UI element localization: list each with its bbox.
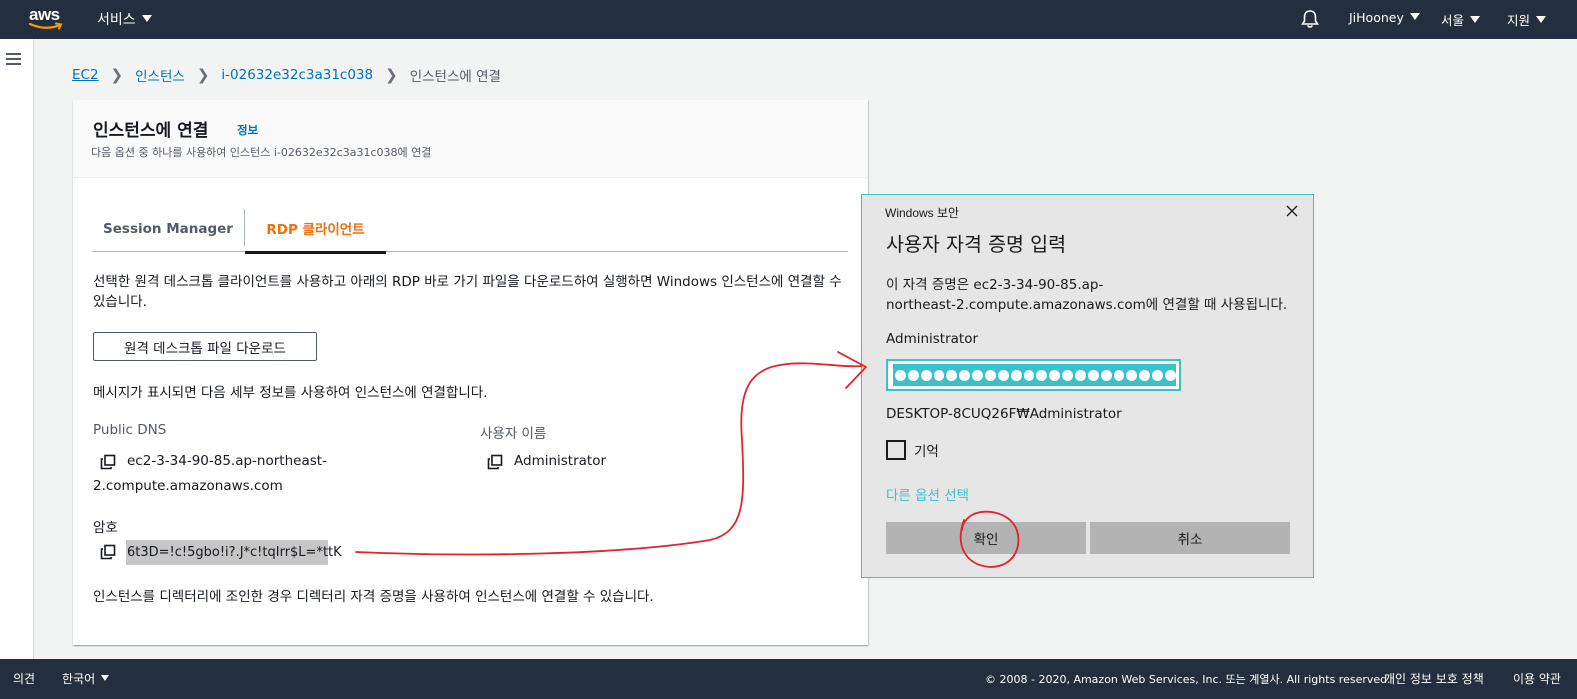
password-dot — [1100, 369, 1112, 381]
privacy-policy-link[interactable]: 개인 정보 보호 정책 — [1384, 670, 1484, 687]
card-header: 인스턴스에 연결 정보 다음 옵션 중 하나를 사용하여 인스턴스 i-0263… — [73, 100, 868, 178]
terms-link[interactable]: 이용 약관 — [1513, 670, 1561, 687]
region-menu[interactable]: 서울 — [1441, 10, 1481, 29]
connect-message: 메시지가 표시되면 다음 세부 정보를 사용하여 인스턴스에 연결합니다. — [93, 385, 488, 401]
password-dot — [933, 369, 945, 381]
password-dot — [1075, 369, 1086, 381]
support-label: 지원 — [1507, 13, 1531, 28]
tab-session-manager[interactable]: Session Manager — [92, 205, 244, 252]
password-dot — [1165, 369, 1176, 381]
ok-button[interactable]: 확인 — [886, 522, 1086, 554]
footer: 의견 한국어 © 2008 - 2020, Amazon Web Service… — [0, 659, 1577, 699]
tab-rdp-client[interactable]: RDP 클라이언트 — [245, 205, 386, 254]
bell-icon — [1301, 10, 1319, 28]
public-dns-value-line2: 2.compute.amazonaws.com — [93, 478, 283, 494]
password-value[interactable]: 6t3D=!c!5gbo!i?.J*c!tqIrr$L=*ttK — [126, 540, 342, 565]
password-dot — [959, 369, 971, 381]
copy-icon[interactable] — [487, 454, 503, 470]
sidebar — [0, 39, 34, 659]
password-dot — [895, 369, 906, 381]
password-dot — [1126, 369, 1138, 381]
password-dot — [1087, 369, 1099, 381]
chevron-right-icon: ❯ — [196, 66, 210, 84]
password-dot — [1023, 369, 1035, 381]
aws-logo[interactable]: aws — [29, 5, 65, 31]
password-dot — [1062, 369, 1074, 381]
password-dot — [1036, 369, 1048, 381]
breadcrumb-current: 인스턴스에 연결 — [409, 69, 501, 85]
cancel-button[interactable]: 취소 — [1090, 522, 1290, 554]
top-navbar: aws 서비스 JiHooney 서울 지원 — [0, 0, 1577, 39]
password-label: 암호 — [93, 520, 118, 536]
caret-down-icon — [141, 15, 152, 22]
public-dns-value-line1: ec2-3-34-90-85.ap-northeast- — [127, 453, 327, 469]
user-menu[interactable]: JiHooney — [1349, 10, 1420, 25]
username-label: 사용자 이름 — [480, 426, 547, 442]
caret-down-icon — [1409, 13, 1420, 20]
chevron-right-icon: ❯ — [110, 66, 124, 84]
dialog-title: 사용자 자격 증명 입력 — [886, 233, 1067, 256]
dialog-account: DESKTOP-8CUQ26F₩Administrator — [886, 406, 1122, 422]
breadcrumb-instances[interactable]: 인스턴스 — [135, 65, 185, 85]
username-value: Administrator — [514, 453, 607, 469]
download-rdp-file-button[interactable]: 원격 데스크톱 파일 다운로드 — [93, 332, 317, 361]
password-dot — [972, 369, 984, 381]
support-menu[interactable]: 지원 — [1507, 10, 1547, 29]
password-dot — [1049, 369, 1061, 381]
remember-label: 기억 — [914, 444, 939, 460]
password-dot — [1152, 369, 1164, 381]
password-dot — [985, 369, 996, 381]
password-dot — [1139, 369, 1151, 381]
notifications-button[interactable] — [1301, 9, 1319, 33]
chevron-right-icon: ❯ — [385, 66, 398, 84]
services-menu[interactable]: 서비스 — [97, 9, 152, 29]
password-dot — [1113, 369, 1125, 381]
password-dot — [1010, 369, 1022, 381]
password-input[interactable] — [886, 359, 1181, 391]
directory-note: 인스턴스를 디렉터리에 조인한 경우 디렉터리 자격 증명을 사용하여 인스턴스… — [93, 589, 654, 605]
password-masked-value — [893, 364, 1176, 386]
caret-down-icon — [1470, 16, 1481, 23]
breadcrumb: EC2 ❯ 인스턴스 ❯ i-02632e32c3a31c038 ❯ 인스턴스에… — [72, 65, 501, 85]
aws-smile-icon — [29, 22, 63, 30]
caret-down-icon — [1536, 16, 1547, 23]
more-options-link[interactable]: 다른 옵션 선택 — [886, 484, 969, 504]
password-dot — [907, 369, 919, 381]
dialog-caption: Windows 보안 — [885, 206, 960, 220]
remember-checkbox[interactable] — [886, 440, 906, 460]
dialog-username: Administrator — [886, 331, 979, 347]
page-subtitle: 다음 옵션 중 하나를 사용하여 인스턴스 i-02632e32c3a31c03… — [91, 146, 432, 159]
copy-icon[interactable] — [100, 544, 116, 560]
windows-security-dialog: Windows 보안 사용자 자격 증명 입력 이 자격 증명은 ec2-3-3… — [861, 194, 1314, 578]
dialog-description-line1: 이 자격 증명은 ec2-3-34-90-85.ap- — [886, 277, 1104, 293]
services-label: 서비스 — [97, 12, 136, 28]
language-label: 한국어 — [62, 672, 96, 686]
public-dns-label: Public DNS — [93, 422, 167, 438]
password-dot — [946, 369, 958, 381]
dialog-description: 이 자격 증명은 ec2-3-34-90-85.ap- northeast-2.… — [886, 275, 1306, 315]
copyright-text: © 2008 - 2020, Amazon Web Services, Inc.… — [985, 673, 1391, 686]
dialog-description-line2: northeast-2.compute.amazonaws.com에 연결할 때… — [886, 297, 1288, 313]
info-link[interactable]: 정보 — [237, 122, 258, 138]
page-title: 인스턴스에 연결 — [93, 121, 209, 141]
caret-down-icon — [101, 675, 110, 681]
rdp-description: 선택한 원격 데스크톱 클라이언트를 사용하고 아래의 RDP 바로 가기 파일… — [93, 274, 842, 310]
connect-instance-card: 인스턴스에 연결 정보 다음 옵션 중 하나를 사용하여 인스턴스 i-0263… — [73, 100, 868, 645]
breadcrumb-ec2[interactable]: EC2 — [72, 67, 99, 83]
hamburger-menu-icon[interactable] — [6, 53, 21, 68]
region-name: 서울 — [1441, 13, 1465, 28]
feedback-link[interactable]: 의견 — [13, 670, 35, 687]
language-selector[interactable]: 한국어 — [62, 670, 110, 687]
copy-icon[interactable] — [100, 454, 116, 470]
password-dot — [920, 369, 932, 381]
user-name: JiHooney — [1349, 10, 1404, 25]
breadcrumb-instance-id[interactable]: i-02632e32c3a31c038 — [221, 67, 373, 83]
connection-tabs: Session Manager RDP 클라이언트 — [92, 205, 848, 254]
password-dot — [997, 369, 1009, 381]
close-icon[interactable] — [1286, 205, 1298, 217]
